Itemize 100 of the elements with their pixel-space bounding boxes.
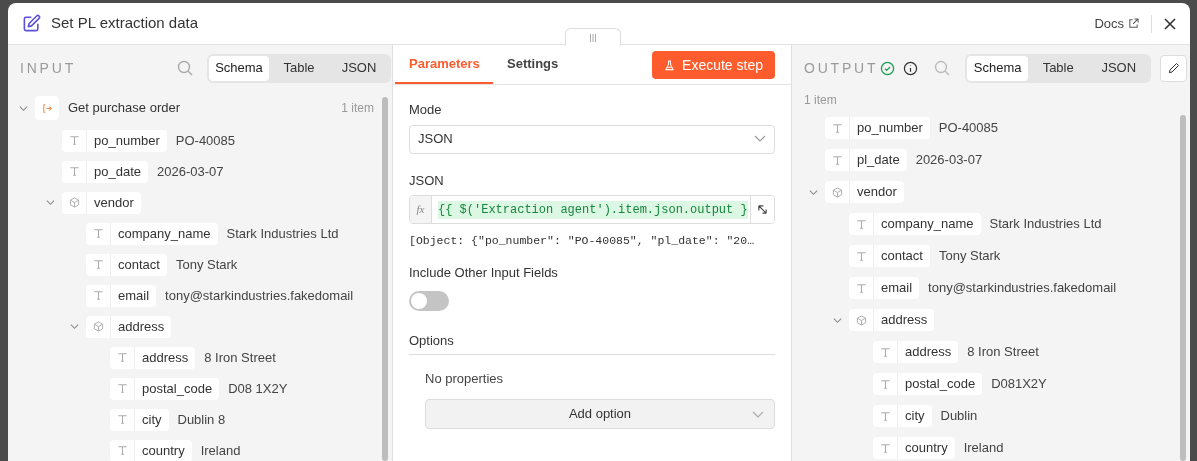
view-tab[interactable]: Table [1027, 55, 1089, 81]
text-type-icon [879, 378, 891, 390]
field-value: Dublin [940, 407, 978, 426]
text-type-icon [116, 445, 128, 456]
close-icon[interactable] [1164, 17, 1176, 30]
field-name[interactable]: city [110, 408, 169, 431]
text-type-icon [831, 122, 843, 134]
flask-icon [664, 59, 676, 71]
edit-icon [22, 14, 41, 33]
edit-output-button[interactable] [1160, 54, 1187, 82]
view-tab[interactable]: Schema [967, 55, 1028, 81]
field-name[interactable]: company_name [86, 222, 218, 245]
text-type-icon [879, 442, 891, 454]
chevron-icon[interactable] [45, 198, 55, 207]
scrollbar[interactable] [382, 97, 388, 461]
text-type-icon [92, 259, 104, 270]
text-type-icon [116, 414, 128, 425]
field-value: 8 Iron Street [204, 348, 276, 367]
parameters-tab[interactable]: Settings [493, 45, 573, 84]
field-label: Include Other Input Fields [409, 264, 559, 283]
chevron-down-icon [754, 135, 766, 143]
expression-field[interactable]: fx {{ $('Extraction agent').item.json.output } [409, 195, 775, 224]
cube-icon [92, 321, 104, 332]
text-type-icon [68, 166, 80, 177]
field-value: 2026-03-07 [157, 162, 224, 181]
text-type-icon [831, 154, 843, 166]
external-link-icon [1128, 18, 1139, 29]
field-name[interactable]: po_date [62, 160, 148, 183]
field-name[interactable]: company_name [849, 213, 981, 235]
field-name[interactable]: contact [86, 253, 167, 276]
field-name[interactable]: city [873, 405, 932, 427]
search-icon[interactable] [177, 60, 193, 76]
text-type-icon [116, 383, 128, 394]
field-value: 2026-03-07 [915, 151, 983, 170]
cube-icon [855, 314, 867, 326]
field-name[interactable]: email [849, 277, 920, 299]
field-value: tony@starkindustries.fakedomail [928, 279, 1117, 298]
view-tab[interactable]: Table [269, 55, 329, 81]
panel-heading: INPUT [20, 58, 76, 78]
field-value: PO-40085 [938, 119, 999, 138]
text-type-icon [855, 282, 867, 294]
section-heading: Options [409, 330, 775, 356]
chevron-icon[interactable] [18, 103, 28, 113]
docs-link[interactable]: Docs [1094, 13, 1139, 34]
field-value: Stark Industries Ltd [226, 224, 339, 243]
field-value: Stark Industries Ltd [989, 215, 1102, 234]
arrow-icon [41, 102, 53, 114]
field-label: Mode [409, 101, 443, 119]
field-value: Tony Stark [175, 255, 238, 274]
field-name[interactable]: vendor [62, 191, 141, 214]
field-name[interactable]: address [86, 315, 172, 338]
field-name[interactable]: po_number [825, 117, 930, 139]
field-value: 8 Iron Street [967, 343, 1039, 362]
field-name[interactable]: vendor [825, 181, 904, 203]
panel-heading: OUTPUT [804, 58, 879, 78]
text-type-icon [855, 250, 867, 262]
field-name[interactable]: address [873, 341, 959, 363]
field-name[interactable]: email [86, 284, 157, 307]
field-name[interactable]: postal_code [110, 377, 220, 400]
text-type-icon [92, 228, 104, 239]
info-icon[interactable] [903, 60, 919, 76]
field-name[interactable]: address [110, 346, 196, 369]
mode-select[interactable]: JSON [409, 124, 775, 154]
field-name[interactable]: address [849, 309, 935, 331]
chevron-icon[interactable] [69, 322, 79, 331]
view-tab[interactable]: JSON [1088, 55, 1150, 81]
node-name[interactable]: Get purchase order [68, 98, 180, 118]
field-value: tony@starkindustries.fakedomail [165, 286, 354, 305]
toggle-switch[interactable] [409, 290, 449, 311]
field-name[interactable]: contact [849, 245, 930, 267]
dialog-title: Set PL extraction data [51, 13, 199, 34]
field-name[interactable]: country [110, 439, 192, 461]
text-type-icon [92, 290, 104, 301]
cube-icon [831, 186, 843, 198]
text-type-icon [116, 352, 128, 363]
expression-preview: [Object: {"po_number": "PO-40085", "pl_date": "20… [409, 233, 756, 249]
field-value: Tony Stark [938, 247, 1001, 266]
view-tab[interactable]: JSON [329, 55, 389, 81]
field-value: D081X2Y [991, 375, 1047, 394]
chevron-icon[interactable] [832, 315, 842, 325]
chevron-down-icon [752, 410, 764, 419]
field-name[interactable]: postal_code [873, 373, 983, 395]
item-count: 1 item [341, 100, 374, 117]
drag-handle[interactable] [565, 28, 621, 46]
field-name[interactable]: po_number [62, 129, 167, 152]
text-type-icon [68, 135, 80, 146]
expand-icon[interactable] [757, 204, 768, 215]
field-value: D08 1X2Y [228, 379, 288, 398]
field-value: PO-40085 [175, 131, 236, 150]
text-type-icon [879, 410, 891, 422]
search-icon[interactable] [934, 60, 951, 76]
item-count: 1 item [803, 92, 838, 109]
cube-icon [68, 197, 80, 208]
view-tab[interactable]: Schema [209, 55, 269, 81]
add-option-button[interactable]: Add option [425, 398, 775, 429]
scrollbar[interactable] [1180, 115, 1186, 461]
empty-message: No properties [425, 370, 505, 389]
field-name[interactable]: country [873, 437, 955, 459]
chevron-icon[interactable] [808, 187, 818, 197]
field-name[interactable]: pl_date [825, 149, 907, 171]
